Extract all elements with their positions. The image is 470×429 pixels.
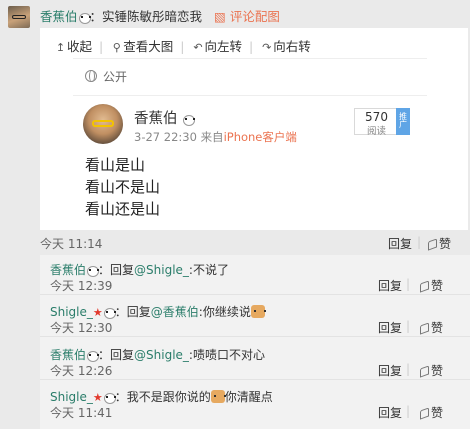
star-icon: ★ bbox=[92, 391, 103, 404]
image-toolbar: ↥ 收起 | ⚲ 查看大图 | ↶ 向左转 | ↷ 向右转 bbox=[54, 36, 318, 56]
post-line: 看山还是山 bbox=[85, 200, 161, 218]
post-line: 看山不是山 bbox=[85, 178, 161, 196]
top-comment-separator: ： bbox=[89, 9, 103, 24]
rotate-right-button[interactable]: ↷ 向右转 bbox=[260, 36, 311, 55]
search-icon: ⚲ bbox=[112, 41, 121, 54]
thumbs-up-icon bbox=[420, 365, 429, 378]
list-item: 香蕉伯 ：回复@Shigle_:啧啧口不对心 今天 12:26 回复 | 赞 bbox=[40, 340, 470, 380]
comment-time: 今天 11:14 bbox=[40, 237, 103, 251]
divider bbox=[73, 95, 427, 96]
like-button[interactable]: 赞 bbox=[420, 404, 443, 421]
reply-text: :你继续说 bbox=[198, 305, 251, 319]
reply-button[interactable]: 回复 bbox=[388, 235, 412, 252]
list-item: Shigle_★ ：回复@香蕉伯:你继续说 今天 12:30 回复 | 赞 bbox=[40, 297, 470, 337]
top-comment-username[interactable]: 香蕉伯 bbox=[40, 9, 78, 24]
reply-text: :啧啧口不对心 bbox=[188, 348, 265, 362]
rotate-left-icon: ↶ bbox=[193, 41, 203, 54]
collapse-icon: ↥ bbox=[55, 41, 66, 54]
view-large-label: 查看大图 bbox=[123, 39, 174, 54]
rotate-right-icon: ↷ bbox=[262, 41, 272, 54]
visibility-text: 公开 bbox=[103, 70, 128, 84]
post-meta: 3-27 22:30 来自iPhone客户端 bbox=[134, 129, 297, 145]
main-comment-actions: 今天 11:14 回复 | 赞 bbox=[40, 235, 452, 252]
like-button[interactable]: 赞 bbox=[420, 277, 443, 294]
source-prefix: 来自 bbox=[200, 130, 224, 144]
like-label: 赞 bbox=[431, 364, 444, 378]
author-avatar[interactable] bbox=[83, 104, 123, 144]
reply-time: 今天 12:39 bbox=[50, 279, 113, 293]
read-count: 570 bbox=[365, 110, 388, 124]
comment-image-link[interactable]: ▧ 评论配图 bbox=[214, 9, 280, 24]
reply-username[interactable]: 香蕉伯 bbox=[50, 263, 86, 277]
reply-button[interactable]: 回复 bbox=[378, 319, 402, 336]
doge-emoji-icon bbox=[250, 305, 266, 318]
image-preview-card: ↥ 收起 | ⚲ 查看大图 | ↶ 向左转 | ↷ 向右转 公开 香蕉伯 3-27 22:30 来自… bbox=[40, 28, 468, 230]
post-author-name: 香蕉伯 bbox=[134, 111, 178, 127]
reply-text: 我不是跟你说的 bbox=[126, 390, 211, 404]
reply-username[interactable]: 香蕉伯 bbox=[50, 348, 86, 362]
comment-image-label: 评论配图 bbox=[229, 9, 280, 24]
rotate-left-button[interactable]: ↶ 向左转 bbox=[191, 36, 242, 55]
post-source[interactable]: iPhone客户端 bbox=[224, 130, 297, 144]
collapse-button[interactable]: ↥ 收起 bbox=[54, 36, 92, 55]
like-label: 赞 bbox=[439, 237, 452, 251]
reply-text-cont: 你清醒点 bbox=[224, 390, 273, 404]
reply-prefix: ：回复 bbox=[114, 305, 151, 319]
image-icon: ▧ bbox=[214, 9, 226, 24]
embedded-post: 公开 香蕉伯 3-27 22:30 来自iPhone客户端 570 阅读 推广 … bbox=[73, 58, 427, 230]
like-label: 赞 bbox=[431, 279, 444, 293]
replies-panel: 香蕉伯 ：回复@Shigle_:不说了 今天 12:39 回复 | 赞 Shigl… bbox=[40, 255, 470, 429]
reply-mention[interactable]: @Shigle_ bbox=[134, 263, 189, 277]
top-comment-text: 实锤陈敏彤暗恋我 bbox=[102, 9, 203, 24]
like-button[interactable]: 赞 bbox=[420, 362, 443, 379]
collapse-label: 收起 bbox=[67, 39, 93, 54]
star-icon: ★ bbox=[92, 306, 103, 319]
read-count-box: 570 阅读 推广 bbox=[354, 108, 410, 137]
reply-button[interactable]: 回复 bbox=[378, 404, 402, 421]
promote-label: 推广 bbox=[399, 112, 407, 129]
like-button[interactable]: 赞 bbox=[420, 319, 443, 336]
panda-icon bbox=[103, 392, 116, 404]
visibility-label: 公开 bbox=[85, 68, 127, 85]
reply-mention[interactable]: @香蕉伯 bbox=[151, 305, 199, 319]
list-item: 香蕉伯 ：回复@Shigle_:不说了 今天 12:39 回复 | 赞 bbox=[40, 255, 470, 295]
like-button[interactable]: 赞 bbox=[428, 235, 451, 252]
rotate-right-label: 向右转 bbox=[273, 39, 311, 54]
rotate-left-label: 向左转 bbox=[204, 39, 242, 54]
like-label: 赞 bbox=[431, 321, 444, 335]
reply-prefix: ：回复 bbox=[98, 348, 135, 362]
thumbs-up-icon bbox=[420, 280, 429, 293]
reply-prefix: ：回复 bbox=[98, 263, 135, 277]
reply-button[interactable]: 回复 bbox=[378, 362, 402, 379]
panda-icon bbox=[78, 12, 91, 24]
thumbs-up-icon bbox=[420, 407, 429, 420]
reply-time: 今天 12:26 bbox=[50, 364, 113, 378]
reply-button[interactable]: 回复 bbox=[378, 277, 402, 294]
reply-mention[interactable]: @Shigle_ bbox=[134, 348, 189, 362]
like-label: 赞 bbox=[431, 406, 444, 420]
post-line: 看山是山 bbox=[85, 156, 146, 174]
read-label: 阅读 bbox=[366, 126, 386, 137]
doge-emoji-icon bbox=[210, 390, 226, 403]
post-body: 看山是山 看山不是山 看山还是山 bbox=[85, 154, 160, 220]
reply-prefix: ： bbox=[114, 390, 127, 404]
panda-icon bbox=[86, 350, 100, 362]
thumbs-up-icon bbox=[428, 238, 437, 251]
panda-icon bbox=[182, 114, 196, 126]
panda-icon bbox=[103, 307, 116, 319]
panda-icon bbox=[86, 265, 100, 277]
reply-time: 今天 11:41 bbox=[50, 406, 113, 420]
list-item: Shigle_★ ：我不是跟你说的 你清醒点 今天 11:41 回复 | 赞 bbox=[50, 390, 444, 421]
promote-button[interactable]: 推广 bbox=[396, 108, 410, 135]
reply-text: :不说了 bbox=[188, 263, 229, 277]
post-time[interactable]: 3-27 22:30 bbox=[134, 130, 197, 144]
globe-icon bbox=[85, 70, 97, 82]
reply-username[interactable]: Shigle_ bbox=[50, 305, 93, 319]
reply-time: 今天 12:30 bbox=[50, 321, 113, 335]
post-author[interactable]: 香蕉伯 bbox=[134, 107, 196, 128]
reply-username[interactable]: Shigle_ bbox=[50, 390, 93, 404]
view-large-button[interactable]: ⚲ 查看大图 bbox=[110, 36, 174, 55]
thumbs-up-icon bbox=[420, 322, 429, 335]
commenter-avatar[interactable] bbox=[8, 6, 30, 28]
